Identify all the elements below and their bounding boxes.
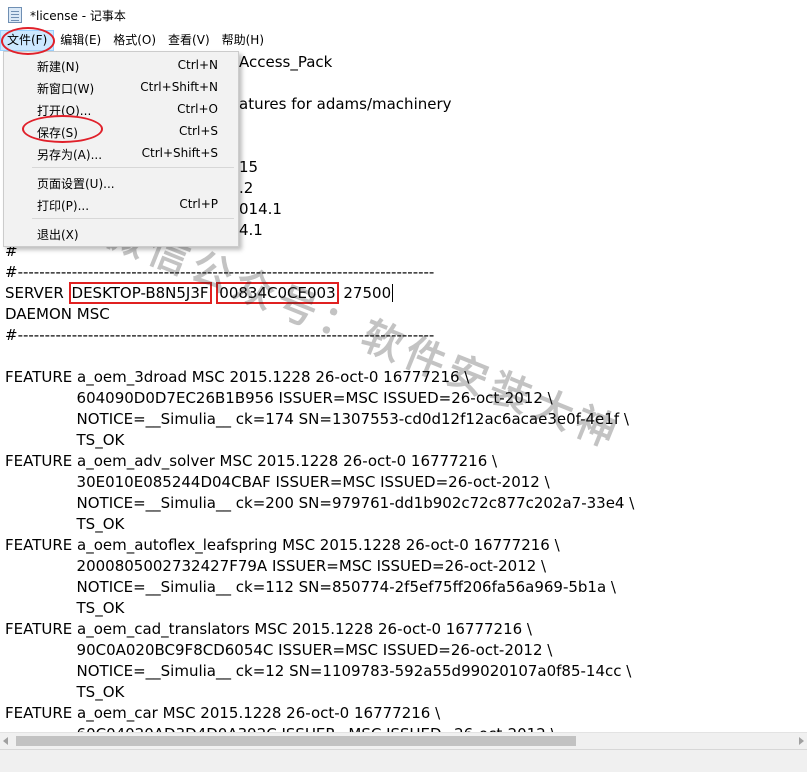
file-menu-highlight-circle [1, 27, 55, 55]
text-line: TS_OK [5, 683, 125, 701]
status-bar [0, 749, 807, 772]
text-line: NOTICE=__Simulia__ ck=12 SN=1109783-592a… [5, 662, 632, 680]
menu-item-new-window[interactable]: 新窗口(W) Ctrl+Shift+N [6, 76, 236, 98]
menu-item-new[interactable]: 新建(N) Ctrl+N [6, 54, 236, 76]
scrollbar-thumb[interactable] [16, 736, 576, 746]
menu-view[interactable]: 查看(V) [162, 30, 216, 51]
text-line: TS_OK [5, 515, 125, 533]
text-line: 15 [239, 158, 259, 176]
text-line: FEATURE a_oem_cad_translators MSC 2015.1… [5, 620, 532, 638]
text-line: atures for adams/machinery [239, 95, 452, 113]
menu-item-page-setup[interactable]: 页面设置(U)... [6, 171, 236, 193]
menu-item-print[interactable]: 打印(P)... Ctrl+P [6, 193, 236, 215]
text-line: 4.1 [239, 221, 263, 239]
menu-separator [32, 218, 234, 219]
text-line: TS_OK [5, 599, 125, 617]
text-line: 30E010E085244D04CBAF ISSUER=MSC ISSUED=2… [5, 473, 550, 491]
menu-item-exit[interactable]: 退出(X) [6, 222, 236, 244]
file-menu-dropdown: 新建(N) Ctrl+N 新窗口(W) Ctrl+Shift+N 打开(O)..… [3, 51, 239, 247]
text-line: NOTICE=__Simulia__ ck=112 SN=850774-2f5e… [5, 578, 616, 596]
text-line: 014.1 [239, 200, 282, 218]
text-line: 2000805002732427F79A ISSUER=MSC ISSUED=2… [5, 557, 547, 575]
title-bar: *license - 记事本 [0, 0, 807, 30]
menu-help[interactable]: 帮助(H) [216, 30, 270, 51]
menu-bar: 文件(F) 编辑(E) 格式(O) 查看(V) 帮助(H) [0, 30, 807, 51]
text-line: FEATURE a_oem_autoflex_leafspring MSC 20… [5, 536, 560, 554]
save-highlight-circle [22, 115, 103, 143]
text-line: .2 [239, 179, 254, 197]
text-line: TS_OK [5, 431, 125, 449]
scroll-left-arrow-icon[interactable] [3, 737, 8, 745]
notepad-icon [8, 7, 22, 23]
text-line: 60C04020AD3D4D0A392C ISSUER=MSC ISSUED=2… [5, 724, 556, 732]
horizontal-scrollbar[interactable] [0, 732, 807, 749]
text-line: NOTICE=__Simulia__ ck=200 SN=979761-dd1b… [5, 494, 635, 512]
text-cursor [392, 284, 394, 302]
menu-edit[interactable]: 编辑(E) [54, 30, 107, 51]
scroll-right-arrow-icon[interactable] [799, 737, 804, 745]
text-line: FEATURE a_oem_car MSC 2015.1228 26-oct-0… [5, 704, 441, 722]
server-keyword: SERVER [5, 284, 69, 302]
text-line: FEATURE a_oem_adv_solver MSC 2015.1228 2… [5, 452, 498, 470]
text-line: Access_Pack [239, 53, 333, 71]
window-title: *license - 记事本 [30, 8, 126, 23]
menu-item-save-as[interactable]: 另存为(A)... Ctrl+Shift+S [6, 142, 236, 164]
daemon-line: DAEMON MSC [5, 305, 110, 323]
text-line: 90C0A020BC9F8CD6054C ISSUER=MSC ISSUED=2… [5, 641, 553, 659]
menu-format[interactable]: 格式(O) [107, 30, 162, 51]
menu-separator [32, 167, 234, 168]
